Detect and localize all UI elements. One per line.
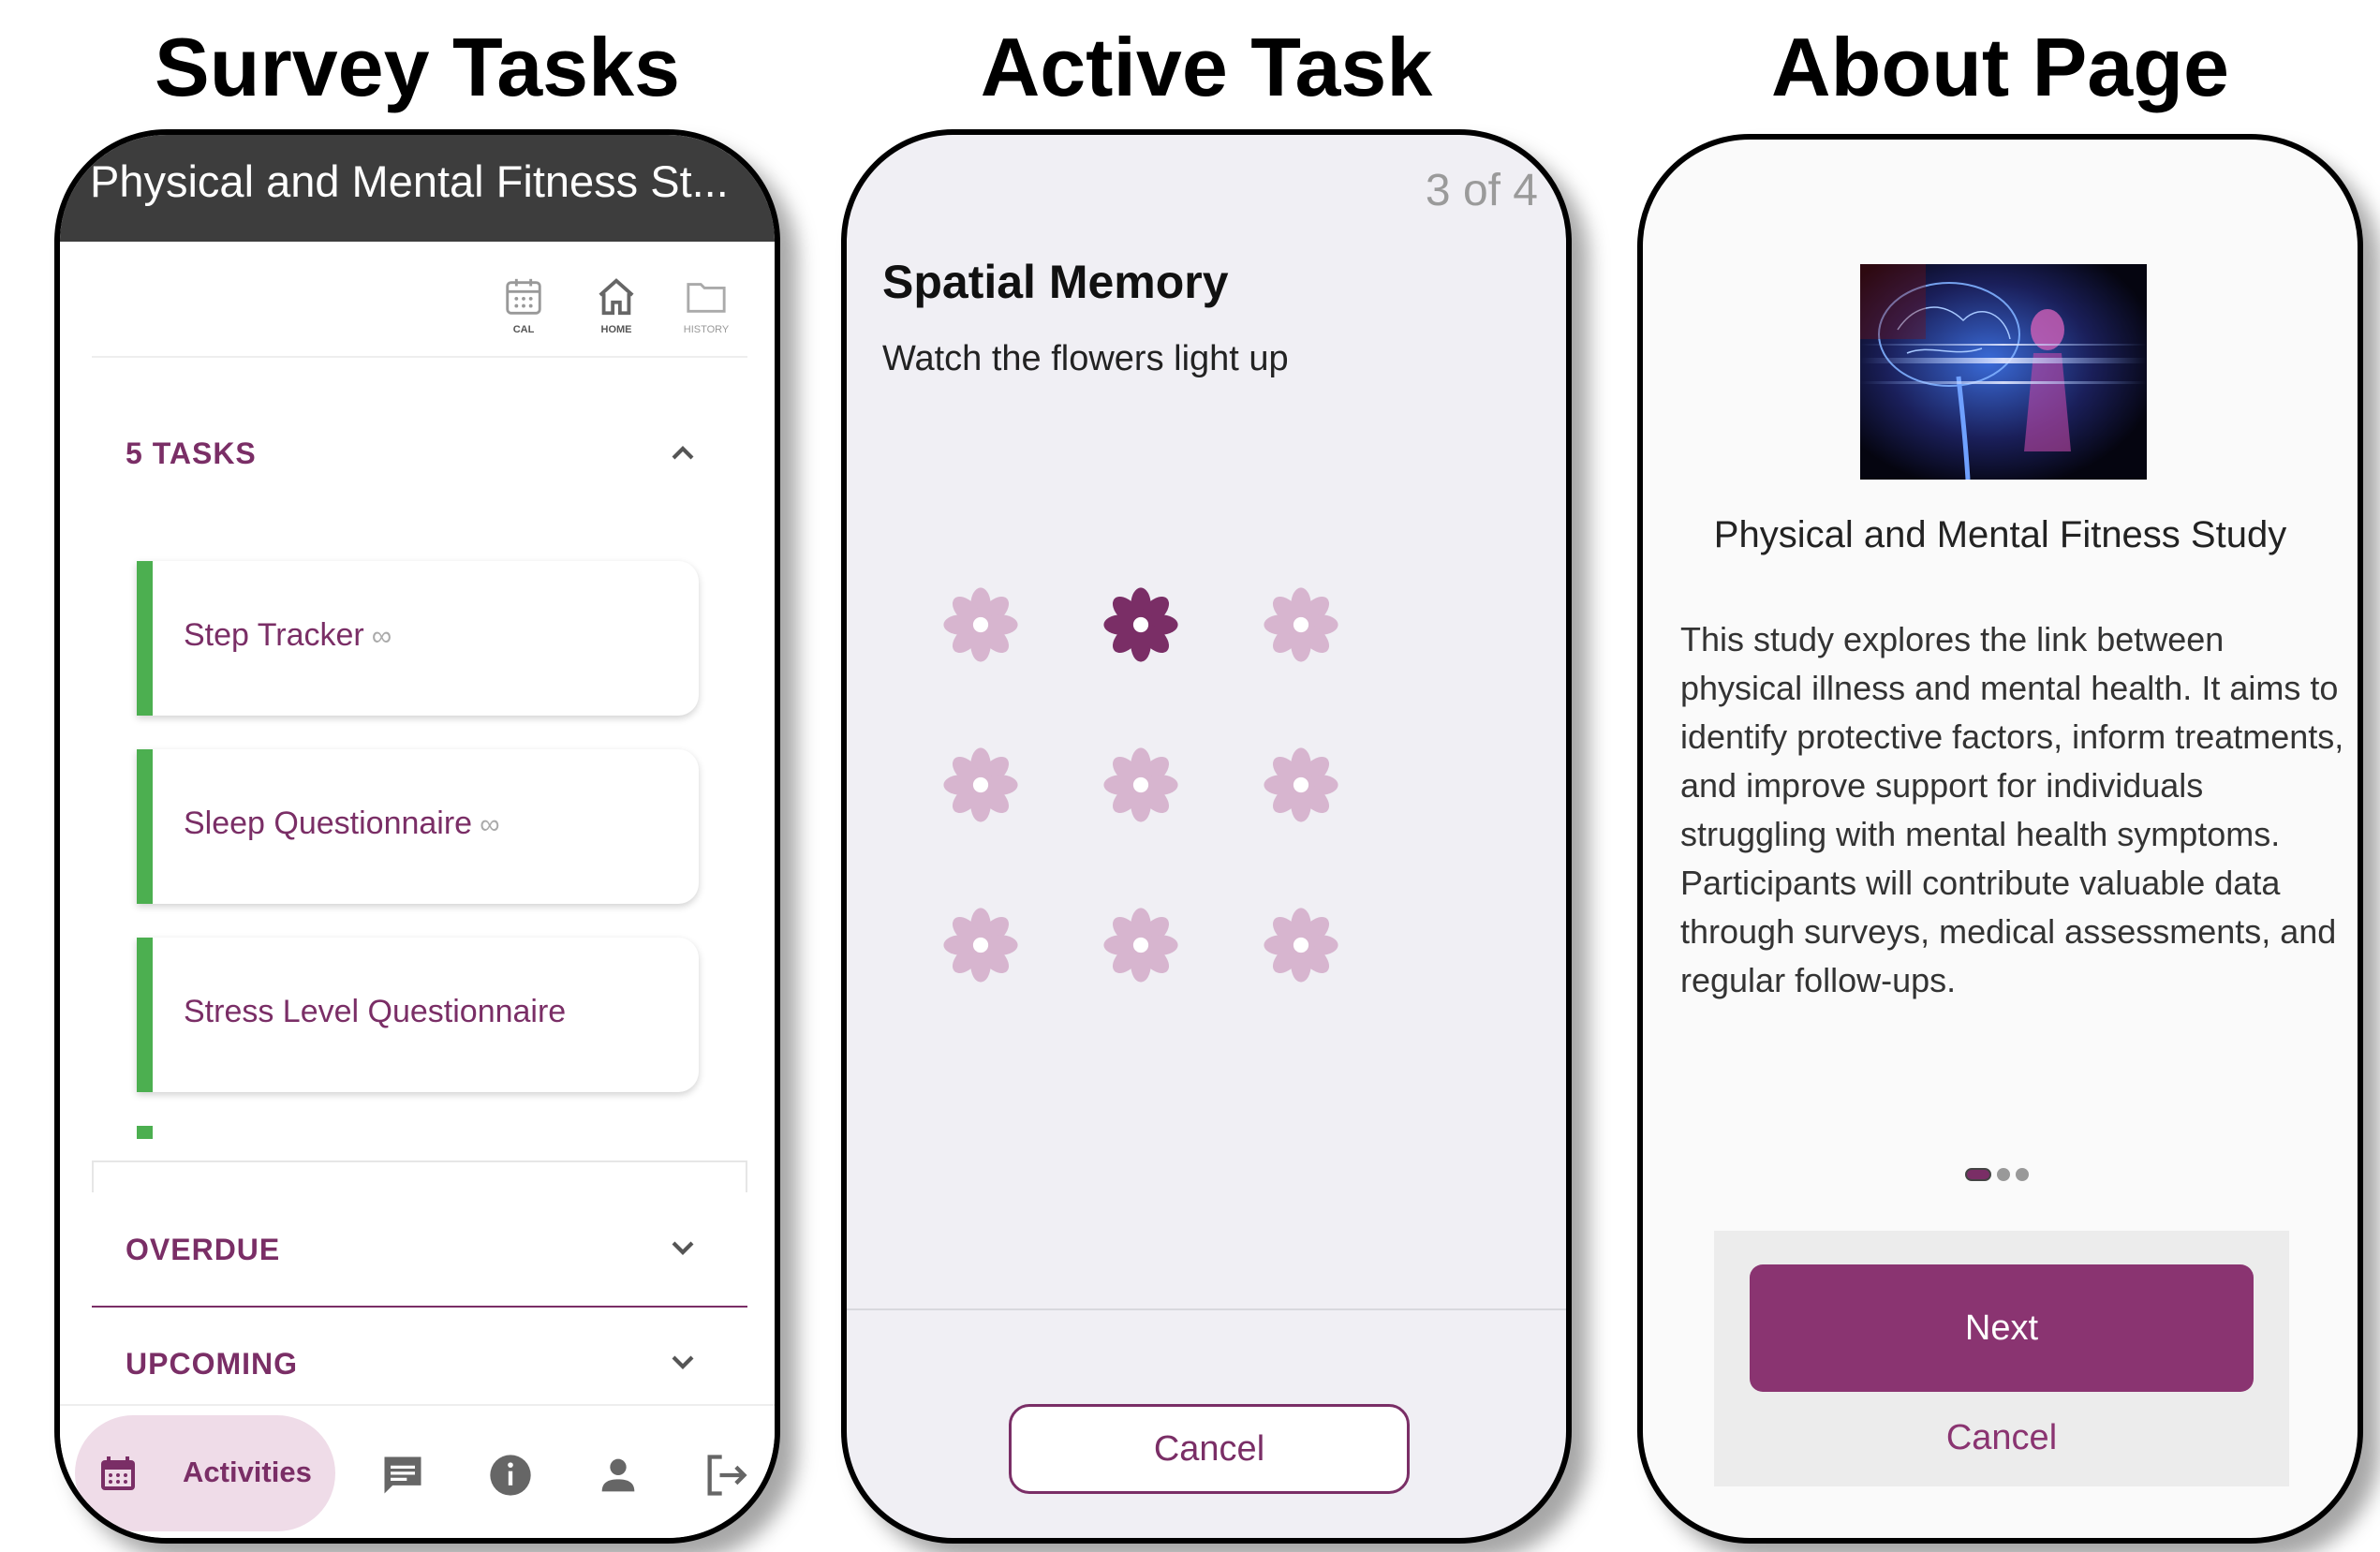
folder-icon xyxy=(687,283,726,313)
step-progress: 3 of 4 xyxy=(1425,166,1538,215)
app-header: Physical and Mental Fitness St... xyxy=(60,135,775,242)
task-status-bar xyxy=(137,749,153,904)
divider xyxy=(92,1306,747,1308)
person-icon[interactable] xyxy=(594,1451,643,1500)
task-instruction: Watch the flowers light up xyxy=(882,339,1289,378)
flower-icon[interactable] xyxy=(939,743,1023,827)
task-label: Step Tracker ∞ xyxy=(184,617,392,653)
page-dot xyxy=(2016,1168,2029,1181)
message-icon[interactable] xyxy=(378,1451,427,1500)
calendar-icon xyxy=(101,1456,135,1490)
scroll-edge xyxy=(92,1160,747,1192)
about-page-phone: Physical and Mental Fitness Study This s… xyxy=(1637,134,2363,1544)
infinity-icon: ∞ xyxy=(480,809,500,840)
cancel-button[interactable]: Cancel xyxy=(1009,1404,1410,1494)
panel-title-active: Active Task xyxy=(980,21,1433,113)
task-status-bar xyxy=(137,938,153,1092)
divider xyxy=(92,356,747,358)
study-title: Physical and Mental Fitness Study xyxy=(1713,514,2287,555)
next-button[interactable]: Next xyxy=(1750,1264,2254,1392)
flower-icon[interactable] xyxy=(1259,743,1343,827)
task-label: Stress Level Questionnaire xyxy=(184,994,567,1029)
active-task-phone: 3 of 4 Spatial Memory Watch the flowers … xyxy=(841,129,1572,1544)
topnav-history[interactable]: HISTORY xyxy=(664,275,748,335)
page-dot-active xyxy=(1965,1168,1991,1181)
panel-title-survey: Survey Tasks xyxy=(155,21,680,113)
topnav-home[interactable]: HOME xyxy=(574,275,658,335)
task-title: Spatial Memory xyxy=(882,256,1229,308)
tasks-heading: 5 TASKS xyxy=(126,436,257,470)
home-icon xyxy=(599,278,634,316)
info-icon[interactable] xyxy=(486,1451,535,1500)
topnav-label: CAL xyxy=(512,324,535,335)
nav-activities[interactable]: Activities xyxy=(75,1415,335,1531)
header-title: Physical and Mental Fitness St... xyxy=(90,156,729,206)
task-card-step-tracker[interactable]: Step Tracker ∞ xyxy=(137,561,699,716)
flower-icon[interactable] xyxy=(1099,743,1183,827)
nav-activities-label: Activities xyxy=(183,1456,312,1488)
page-dot xyxy=(1997,1168,2010,1181)
task-status-bar xyxy=(137,561,153,716)
task-card-sleep-questionnaire[interactable]: Sleep Questionnaire ∞ xyxy=(137,749,699,904)
topnav-label: HOME xyxy=(600,324,632,335)
bottom-navigation: Activities xyxy=(60,1404,775,1538)
chevron-up-icon[interactable] xyxy=(664,435,702,472)
task-card-partial xyxy=(137,1126,699,1139)
topnav-cal[interactable]: CAL xyxy=(481,275,566,335)
task-label: Sleep Questionnaire ∞ xyxy=(184,806,500,841)
flower-icon[interactable] xyxy=(939,903,1023,987)
panel-title-about: About Page xyxy=(1771,21,2229,113)
flower-icon[interactable] xyxy=(1099,903,1183,987)
flower-icon[interactable] xyxy=(1259,903,1343,987)
chevron-down-icon[interactable] xyxy=(664,1343,702,1381)
task-card-stress-level[interactable]: Stress Level Questionnaire xyxy=(137,938,699,1092)
divider xyxy=(847,1308,1566,1310)
study-description: This study explores the link between phy… xyxy=(1680,620,2344,999)
study-image xyxy=(1860,264,2147,480)
task-status-bar xyxy=(137,1126,153,1139)
topnav-label: HISTORY xyxy=(683,324,730,335)
chevron-down-icon[interactable] xyxy=(664,1229,702,1266)
overdue-heading: OVERDUE xyxy=(126,1233,281,1266)
survey-tasks-phone: Physical and Mental Fitness St... CAL HO… xyxy=(54,129,780,1544)
infinity-icon: ∞ xyxy=(371,621,392,652)
flower-icon[interactable] xyxy=(1259,583,1343,667)
calendar-icon xyxy=(506,278,541,315)
flower-icon[interactable] xyxy=(939,583,1023,667)
upcoming-heading: UPCOMING xyxy=(126,1347,298,1381)
flower-icon-lit[interactable] xyxy=(1099,583,1183,667)
action-area: Next Cancel xyxy=(1714,1231,2289,1486)
divider xyxy=(60,1404,775,1406)
cancel-button[interactable]: Cancel xyxy=(1714,1418,2289,1458)
logout-icon[interactable] xyxy=(702,1451,750,1500)
